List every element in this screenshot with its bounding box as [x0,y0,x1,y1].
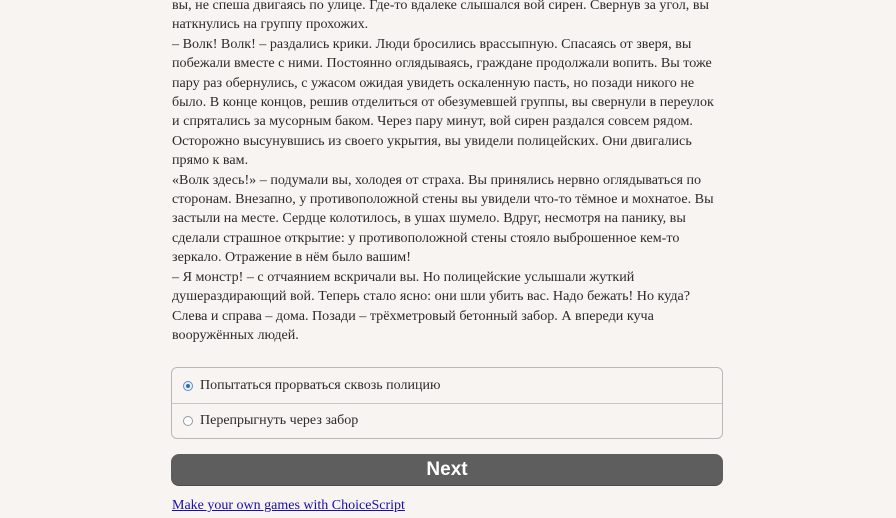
story-line: Слева и справа – дома. Позади – трёхметр… [172,307,654,324]
story-text: вы, не спеша двигаясь по улице. Где-то в… [172,0,724,345]
story-line: застыли на месте. Сердце колотилось, в у… [172,210,686,227]
story-line: – Я монстр! – с отчаянием вскричали вы. … [172,268,635,285]
story-line: и спрятались за мусорным баком. Через па… [172,113,693,130]
story-line: зеркало. Отражение в нём было вашим! [172,249,411,266]
choice-list: Попытаться прорваться сквозь полицию Пер… [171,367,723,439]
game-page: вы, не спеша двигаясь по улице. Где-то в… [0,0,896,518]
story-line: наткнулись на группу прохожих. [172,16,369,33]
story-line: побежали вместе с ними. Постоянно огляды… [172,55,712,72]
story-line: пару раз обернулись, с ужасом ожидая уви… [172,74,695,91]
story-line: сторонам. Внезапно, у противоположной ст… [172,191,714,208]
story-line: было. В конце концов, решив отделиться о… [172,94,714,111]
choice-label: Перепрыгнуть через забор [200,413,359,428]
radio-selected-icon[interactable] [183,380,193,391]
choice-option-break-through[interactable]: Попытаться прорваться сквозь полицию [172,368,722,403]
choice-option-jump-fence[interactable]: Перепрыгнуть через забор [172,403,722,438]
story-line: сделали страшное открытие: у противополо… [172,229,680,246]
story-line: прямо к вам. [172,152,249,169]
next-button[interactable]: Next [171,454,723,486]
story-line: вооружённых людей. [172,326,299,343]
story-line: вы, не спеша двигаясь по улице. Где-то в… [172,0,709,13]
choice-label: Попытаться прорваться сквозь полицию [200,377,441,393]
story-line: «Волк здесь!» – подумали вы, холодея от … [172,171,702,188]
radio-unselected-icon[interactable] [183,416,193,426]
story-line: душераздирающий вой. Теперь стало ясно: … [172,288,690,305]
choicescript-link[interactable]: Make your own games with ChoiceScript [172,498,405,514]
story-line: Осторожно высунувшись из своего укрытия,… [172,132,692,149]
story-line: – Волк! Волк! – раздались крики. Люди бр… [172,35,692,52]
